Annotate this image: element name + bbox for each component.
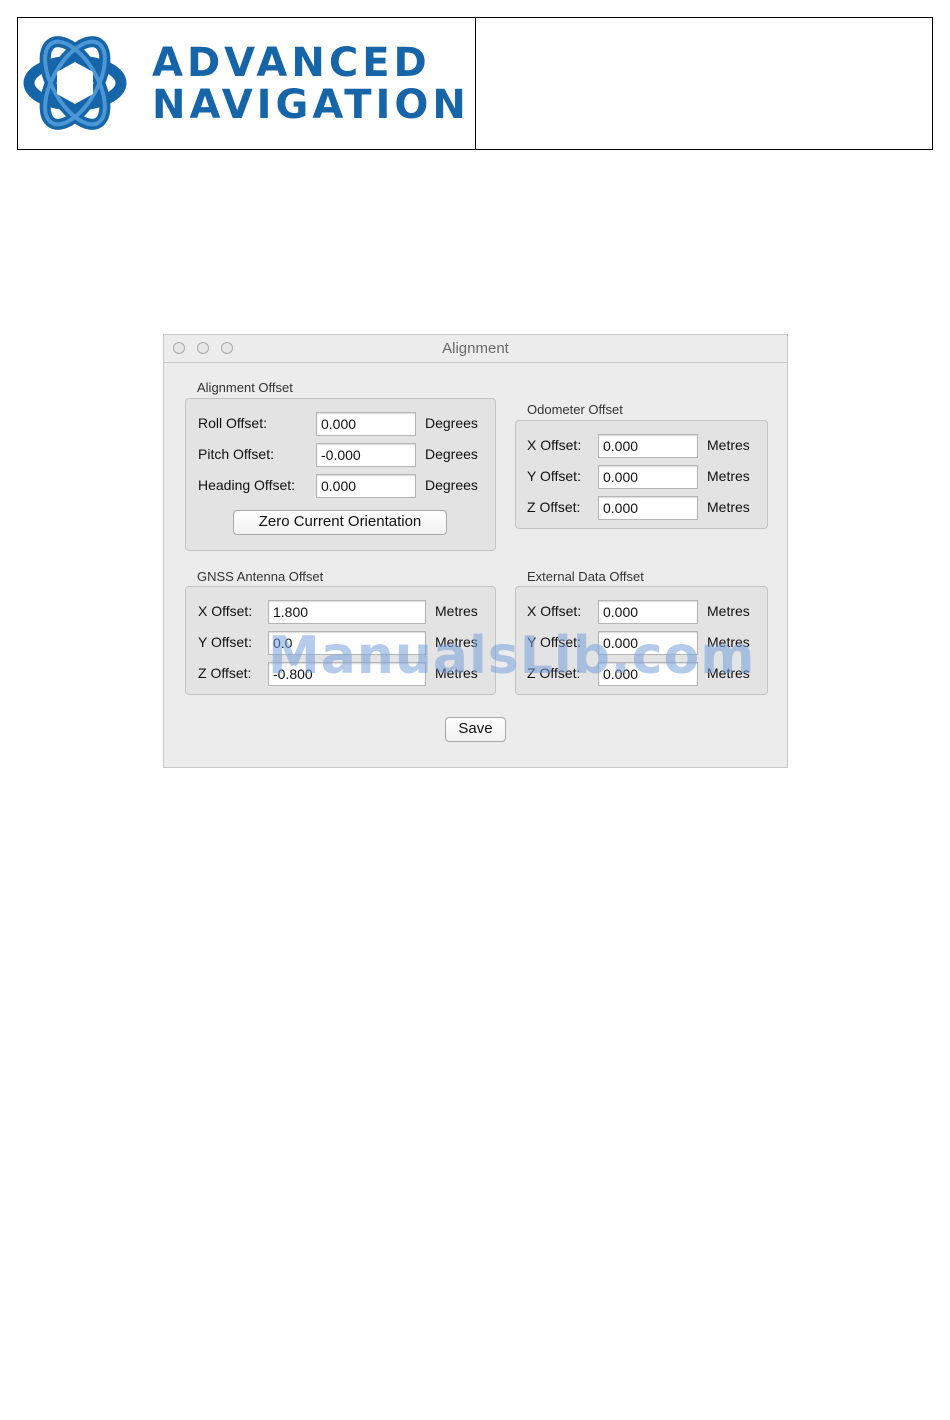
- gnss-z-label: Z Offset:: [198, 665, 252, 681]
- window-titlebar[interactable]: Alignment: [164, 335, 787, 363]
- watermark: ManualsLib.com: [268, 626, 756, 686]
- window-title: Alignment: [442, 340, 509, 357]
- document-header: ADVANCED NAVIGATION: [17, 17, 933, 150]
- zero-current-orientation-button[interactable]: Zero Current Orientation: [233, 510, 447, 535]
- odometer-z-unit: Metres: [707, 499, 750, 515]
- heading-offset-label: Heading Offset:: [198, 477, 296, 493]
- odometer-y-label: Y Offset:: [527, 468, 581, 484]
- odometer-z-label: Z Offset:: [527, 499, 581, 515]
- roll-offset-unit: Degrees: [425, 415, 478, 431]
- logo-cell: ADVANCED NAVIGATION: [18, 18, 476, 149]
- save-button[interactable]: Save: [445, 717, 506, 742]
- gnss-x-unit: Metres: [435, 603, 478, 619]
- gnss-x-label: X Offset:: [198, 603, 253, 619]
- heading-offset-input[interactable]: 0.000: [316, 474, 416, 498]
- pitch-offset-label: Pitch Offset:: [198, 446, 274, 462]
- gnss-y-label: Y Offset:: [198, 634, 252, 650]
- odometer-y-unit: Metres: [707, 468, 750, 484]
- alignment-window: Alignment Alignment Offset Roll Offset: …: [163, 334, 788, 768]
- odometer-z-input[interactable]: 0.000: [598, 496, 698, 520]
- external-x-unit: Metres: [707, 603, 750, 619]
- roll-offset-label: Roll Offset:: [198, 415, 267, 431]
- external-data-offset-title: External Data Offset: [527, 569, 644, 584]
- brand-line-1: ADVANCED: [152, 40, 431, 86]
- odometer-x-input[interactable]: 0.000: [598, 434, 698, 458]
- odometer-x-label: X Offset:: [527, 437, 582, 453]
- odometer-y-input[interactable]: 0.000: [598, 465, 698, 489]
- alignment-offset-group: Roll Offset: 0.000 Degrees Pitch Offset:…: [185, 398, 496, 551]
- header-empty-cell: [476, 18, 932, 149]
- heading-offset-unit: Degrees: [425, 477, 478, 493]
- advanced-navigation-logo-icon: [23, 36, 127, 130]
- odometer-offset-group: X Offset: 0.000 Metres Y Offset: 0.000 M…: [515, 420, 768, 529]
- gnss-x-input[interactable]: 1.800: [268, 600, 426, 624]
- odometer-offset-title: Odometer Offset: [527, 402, 623, 417]
- pitch-offset-unit: Degrees: [425, 446, 478, 462]
- external-x-label: X Offset:: [527, 603, 582, 619]
- roll-offset-input[interactable]: 0.000: [316, 412, 416, 436]
- brand-wordmark: ADVANCED NAVIGATION: [152, 42, 470, 126]
- gnss-antenna-offset-title: GNSS Antenna Offset: [197, 569, 324, 584]
- pitch-offset-input[interactable]: -0.000: [316, 443, 416, 467]
- alignment-offset-title: Alignment Offset: [197, 380, 293, 395]
- brand-line-2: NAVIGATION: [152, 82, 470, 128]
- external-x-input[interactable]: 0.000: [598, 600, 698, 624]
- odometer-x-unit: Metres: [707, 437, 750, 453]
